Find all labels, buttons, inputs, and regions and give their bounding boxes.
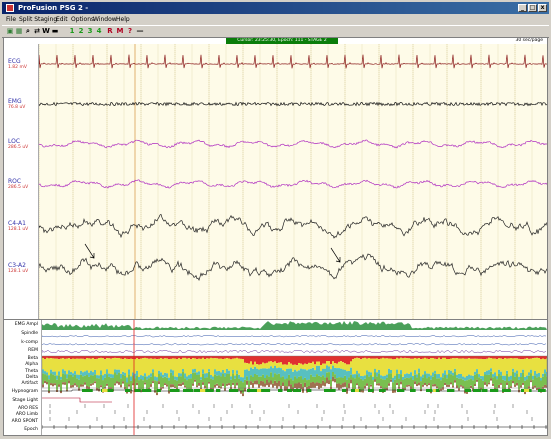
menu-help[interactable]: Help xyxy=(116,15,130,25)
hypno-label-aro-limb: ARO Limb xyxy=(15,412,38,417)
menu-window[interactable]: Window xyxy=(93,15,117,25)
hypno-label-aro-res: ARO RES xyxy=(17,406,38,411)
maximize-button[interactable]: □ xyxy=(528,4,537,12)
video-icon[interactable]: ▬ xyxy=(51,27,59,35)
menu-options[interactable]: Options xyxy=(71,15,94,25)
hypnogram-traces[interactable] xyxy=(42,320,547,436)
hypno-label-alpha: Alpha xyxy=(25,362,38,367)
hypno-label-rem: REM xyxy=(28,348,38,353)
hypno-label-delta: Delta xyxy=(25,375,38,380)
title-bar[interactable]: ProFusion PSG 2 - _ □ x xyxy=(2,2,549,14)
channel-label-roc[interactable]: ROC xyxy=(8,178,21,185)
hypno-label-theta: Theta xyxy=(25,369,38,374)
channel-scale: 1.82 mV xyxy=(8,65,27,70)
hypnogram-panel[interactable]: EMG Ampl Spindle k-comp REM Beta Alpha Theta De… xyxy=(4,319,547,436)
channel-label-loc[interactable]: LOC xyxy=(8,138,20,145)
close-button[interactable]: x xyxy=(538,4,547,12)
hypno-label-epoch: Epoch xyxy=(24,427,38,432)
montage-icon[interactable]: ▦ xyxy=(15,27,23,35)
open-icon[interactable]: ▣ xyxy=(6,27,14,35)
stage-w-button[interactable]: W xyxy=(42,27,50,35)
hypno-label-artifact: Artifact xyxy=(21,381,38,386)
stage-2-button[interactable]: 2 xyxy=(77,27,85,35)
hypno-label-beta: Beta xyxy=(27,356,38,361)
stage-3-button[interactable]: 3 xyxy=(86,27,94,35)
psg-viewer: Cursor: 23:25:30, Epoch: 111 - STAGE 2 3… xyxy=(3,37,548,436)
app-icon xyxy=(6,4,14,12)
hypnogram-label-column: EMG Ampl Spindle k-comp REM Beta Alpha Theta De… xyxy=(4,320,42,435)
hypno-label-emg-ampl: EMG Ampl xyxy=(14,322,38,327)
search-icon[interactable]: ⌕ xyxy=(24,27,32,35)
channel-label-c3-a2[interactable]: C3-A2 xyxy=(8,262,26,269)
stage-1-button[interactable]: 1 xyxy=(68,27,76,35)
stage-unknown-button[interactable]: ? xyxy=(126,27,134,35)
hypno-label-hypnogram: Hypnogram xyxy=(11,389,38,394)
hypno-label-k-comp: k-comp xyxy=(21,340,38,345)
hypno-label-aro-spont: ARO SPONT xyxy=(11,419,38,424)
channel-label-column: ECG 1.82 mV EMG 76.8 uV LOC 286.5 uV ROC 286.5 … xyxy=(4,44,39,319)
dash-icon[interactable]: — xyxy=(136,27,144,35)
channel-label-emg[interactable]: EMG xyxy=(8,98,22,105)
menu-bar: File Split Staging Edit Options Window H… xyxy=(2,15,549,25)
signal-traces[interactable] xyxy=(39,44,547,319)
channel-scale: 128.1 uV xyxy=(8,269,29,274)
app-window: ProFusion PSG 2 - _ □ x File Split Stagi… xyxy=(0,0,551,439)
channel-scale: 286.5 uV xyxy=(8,185,29,190)
stage-m-button[interactable]: M xyxy=(116,27,124,35)
window-title: ProFusion PSG 2 - xyxy=(18,4,89,12)
channel-scale: 286.5 uV xyxy=(8,145,29,150)
stage-r-button[interactable]: R xyxy=(106,27,114,35)
channel-label-ecg[interactable]: ECG xyxy=(8,58,21,65)
minimize-button[interactable]: _ xyxy=(518,4,527,12)
menu-file[interactable]: File xyxy=(6,15,16,25)
channel-scale: 76.8 uV xyxy=(8,105,26,110)
menu-split-staging[interactable]: Split Staging xyxy=(19,15,57,25)
menu-edit[interactable]: Edit xyxy=(56,15,68,25)
signal-trace-area[interactable]: ECG 1.82 mV EMG 76.8 uV LOC 286.5 uV ROC 286.5 … xyxy=(4,44,547,319)
stage-4-button[interactable]: 4 xyxy=(95,27,103,35)
hypno-label-stage-light: Stage Light xyxy=(12,398,38,403)
channel-scale: 128.1 uV xyxy=(8,227,29,232)
hypno-label-spindle: Spindle xyxy=(21,331,38,336)
arrows-icon[interactable]: ⇄ xyxy=(33,27,41,35)
channel-label-c4-a1[interactable]: C4-A1 xyxy=(8,220,26,227)
